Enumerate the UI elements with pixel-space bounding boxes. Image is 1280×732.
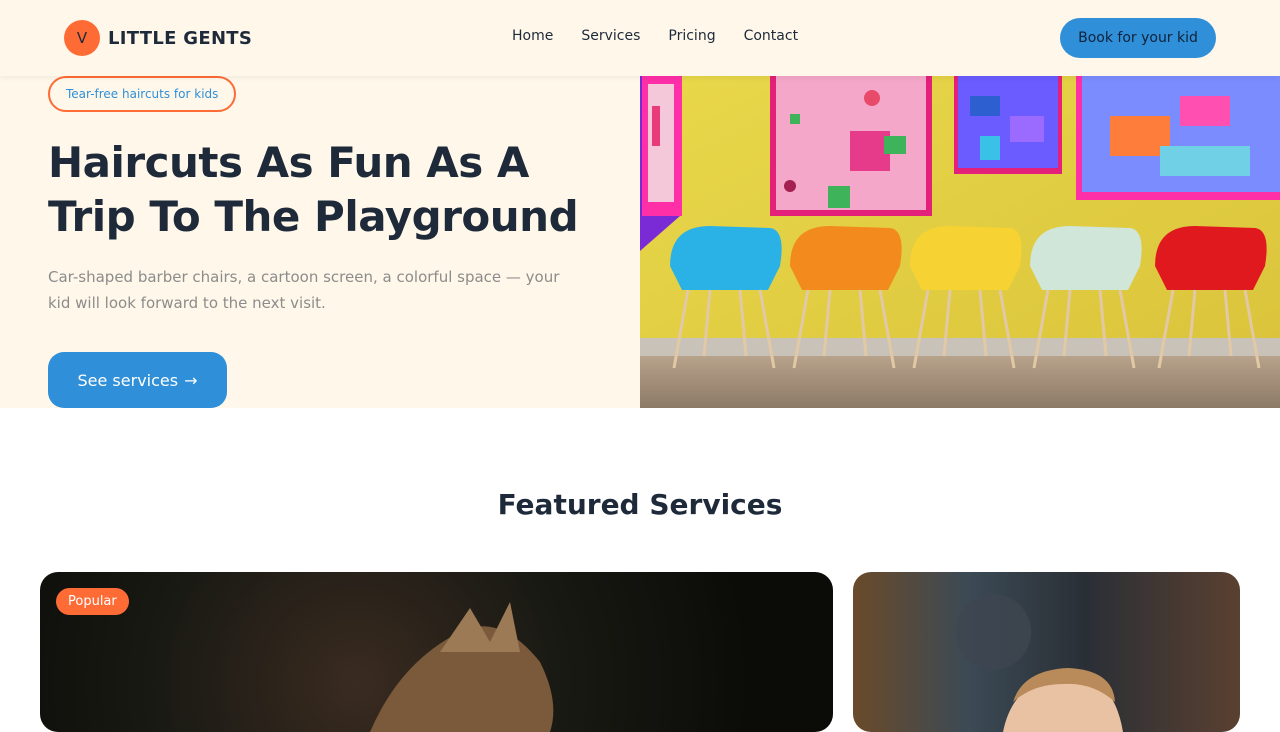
salon-chairs-illustration [640, 76, 1280, 408]
main-nav: Home Services Pricing Contact [512, 28, 798, 44]
barber-photo [955, 594, 1123, 732]
hero-section: Tear-free haircuts for kids Haircuts As … [0, 76, 1280, 408]
logo-mark: V [64, 20, 100, 56]
art-frame-1 [642, 76, 682, 216]
art-frame-3 [954, 76, 1062, 174]
book-button[interactable]: Book for your kid [1060, 18, 1216, 58]
hero-tag: Tear-free haircuts for kids [48, 76, 237, 112]
hero-description: Car-shaped barber chairs, a cartoon scre… [48, 268, 560, 312]
service-card[interactable] [40, 572, 833, 732]
arrow-right-icon: → [184, 370, 198, 390]
nav-item-contact[interactable]: Contact [744, 28, 798, 44]
art-frame-2 [770, 76, 932, 216]
logo[interactable]: V LITTLE GENTS [64, 20, 252, 56]
nav-item-services[interactable]: Services [581, 28, 640, 44]
site-header: V LITTLE GENTS Home Services Pricing Con… [0, 0, 1280, 76]
see-services-button[interactable]: See services → [48, 352, 227, 408]
hero-image [640, 76, 1280, 408]
service-card[interactable] [853, 572, 1240, 732]
popular-badge: Popular [56, 588, 129, 615]
hero-content: Tear-free haircuts for kids Haircuts As … [0, 76, 640, 408]
nav-item-pricing[interactable]: Pricing [668, 28, 715, 44]
hero-title: Haircuts As Fun As A Trip To The Playgro… [48, 138, 579, 241]
cta-label: See services [77, 370, 179, 390]
featured-services-title: Featured Services [497, 488, 783, 521]
art-frame-4 [1076, 76, 1280, 200]
brand-name: LITTLE GENTS [108, 27, 253, 49]
nav-item-home[interactable]: Home [512, 28, 553, 44]
kid-haircut-photo [370, 602, 554, 732]
